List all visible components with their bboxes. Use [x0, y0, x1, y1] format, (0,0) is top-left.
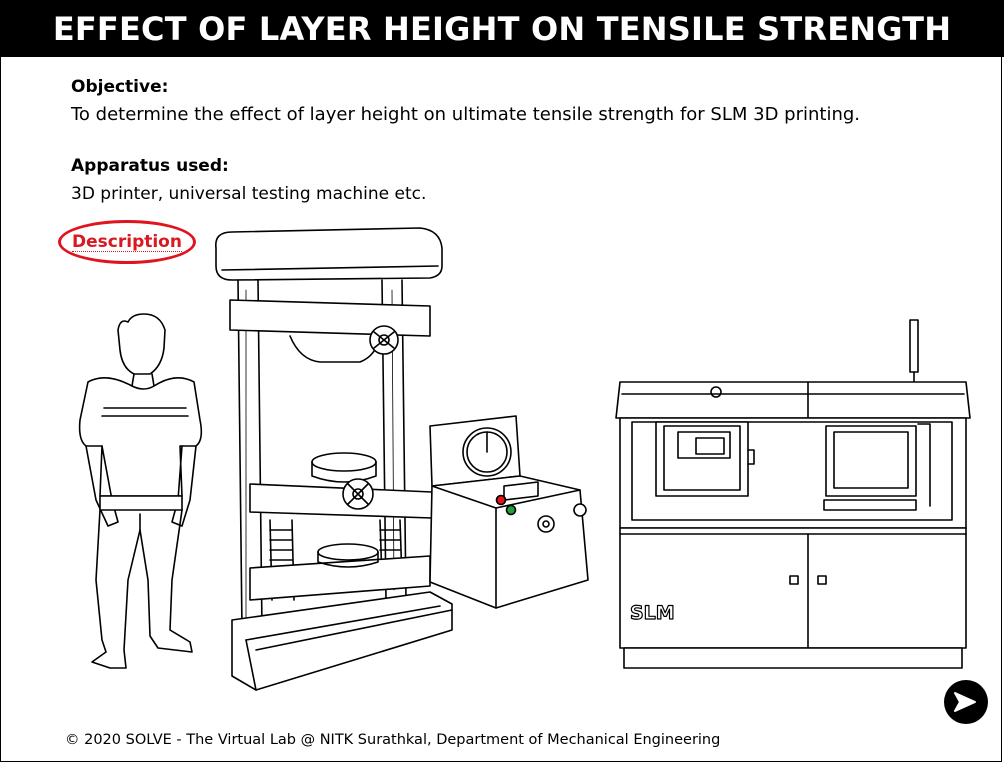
apparatus-illustration: SLM [78, 227, 971, 691]
universal-testing-machine [215, 227, 589, 691]
next-arrow-icon [954, 692, 976, 712]
person-figure [78, 313, 203, 669]
description-button[interactable]: Description [58, 220, 196, 264]
slm-printer-label: SLM [630, 602, 675, 624]
next-button[interactable] [944, 680, 988, 724]
description-button-label: Description [72, 231, 182, 252]
footer-copyright: © 2020 SOLVE - The Virtual Lab @ NITK Su… [65, 732, 721, 748]
